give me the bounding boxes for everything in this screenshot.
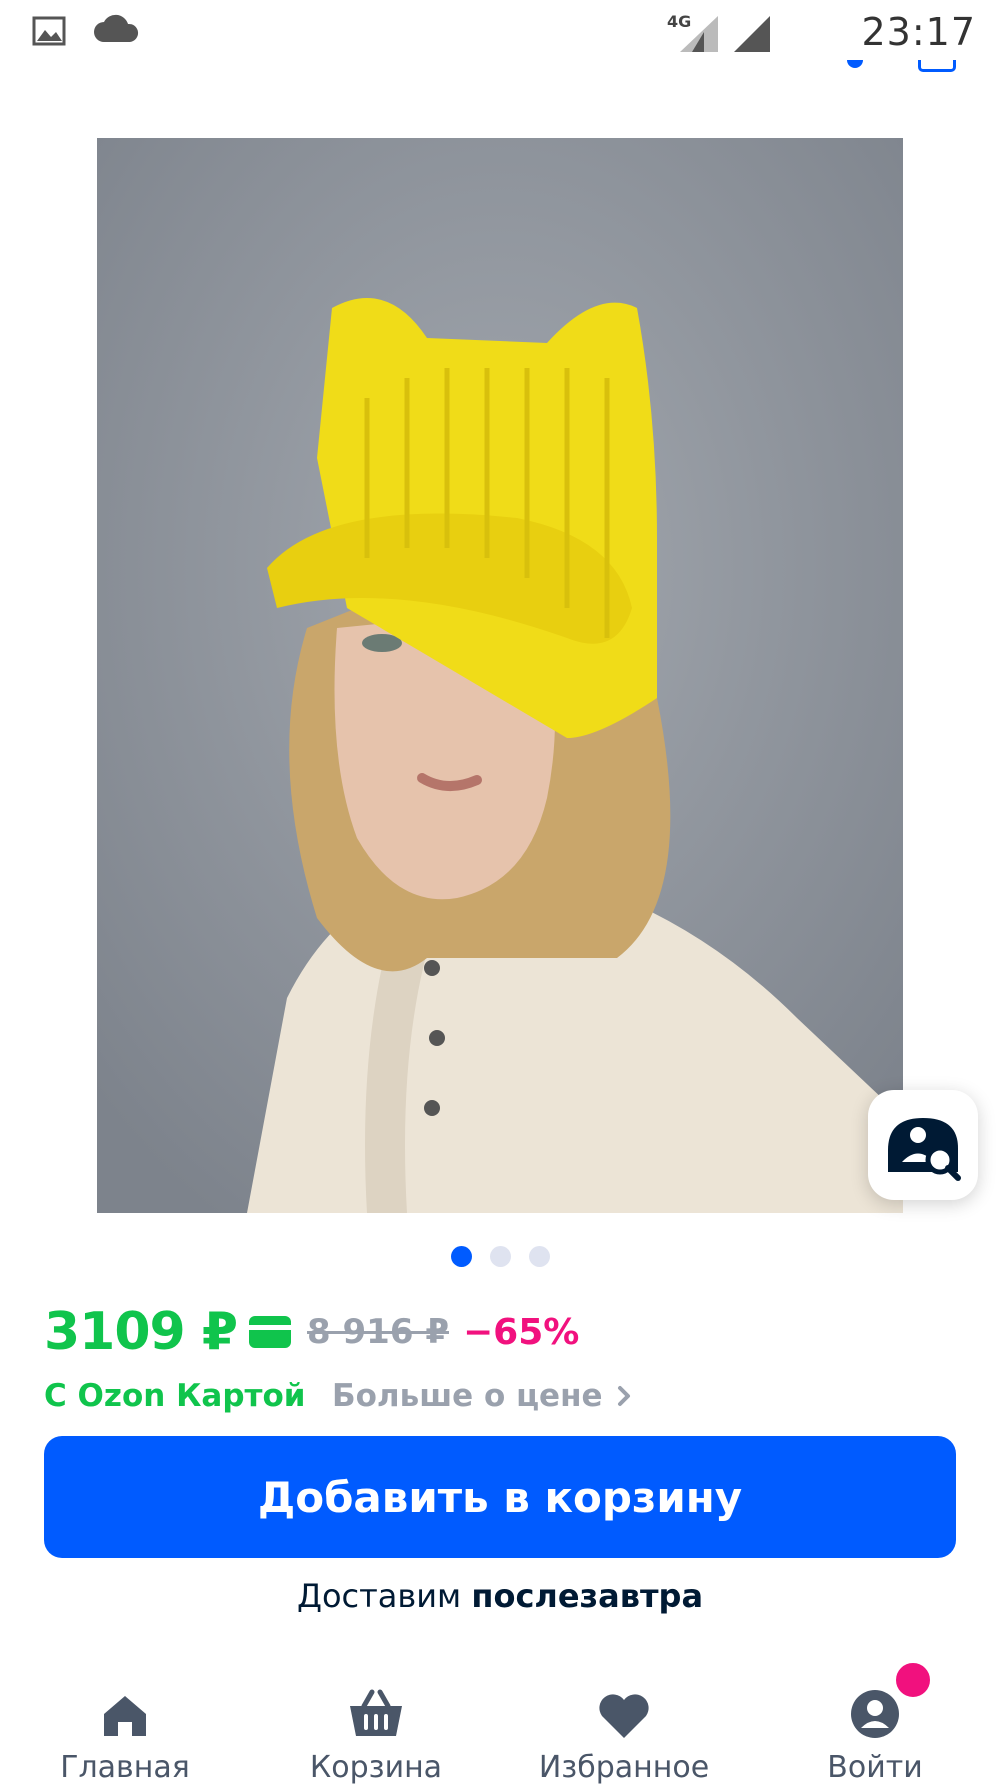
nav-login[interactable]: Войти	[765, 1680, 985, 1785]
product-photo[interactable]	[97, 138, 903, 1213]
notification-badge	[893, 1660, 933, 1700]
gallery-dot-3[interactable]	[528, 1246, 550, 1267]
ozon-card-label[interactable]: С Ozon Картой	[44, 1378, 306, 1414]
status-time: 23:17	[861, 10, 976, 54]
nav-favorites-label: Избранное	[538, 1750, 710, 1785]
gallery-dot-2[interactable]	[489, 1246, 511, 1267]
signal-strength-icon	[734, 16, 770, 52]
delivery-info: Доставим послезавтра	[0, 1577, 1000, 1615]
nav-cart[interactable]: Корзина	[266, 1680, 486, 1785]
header-partial-button[interactable]	[918, 60, 956, 72]
gallery-dot-1[interactable]	[450, 1246, 472, 1267]
nav-cart-label: Корзина	[309, 1750, 443, 1785]
gallery-pagination	[0, 1246, 1000, 1268]
discount-badge: −65%	[462, 1311, 580, 1353]
nav-favorites[interactable]: Избранное	[514, 1680, 734, 1785]
current-price: 3109 ₽	[44, 1302, 238, 1362]
more-about-price-label: Больше о цене	[332, 1378, 603, 1414]
home-icon	[104, 1696, 146, 1736]
nav-login-label: Войти	[827, 1750, 923, 1785]
old-price: 8 916 ₽	[307, 1312, 449, 1352]
bottom-navigation: Главная Корзина Избранное Войти	[0, 1660, 1000, 1785]
profile-icon	[851, 1690, 899, 1738]
price-row: 3109 ₽ 8 916 ₽ −65%	[44, 1302, 579, 1362]
delivery-date: послезавтра	[471, 1577, 704, 1615]
gallery-notification-icon	[32, 16, 66, 46]
chevron-right-icon	[617, 1386, 630, 1406]
search-by-photo-button[interactable]	[868, 1090, 978, 1200]
more-about-price-link[interactable]: Больше о цене	[332, 1378, 631, 1414]
heart-icon	[599, 1694, 649, 1738]
camera-search-icon	[888, 1118, 961, 1181]
nav-home[interactable]: Главная	[15, 1680, 235, 1785]
add-to-cart-button[interactable]: Добавить в корзину	[44, 1436, 956, 1558]
product-photo-illustration	[97, 138, 903, 1213]
cloud-notification-icon	[94, 14, 139, 42]
ozon-card-icon	[249, 1316, 292, 1348]
basket-icon	[350, 1689, 402, 1736]
signal-4g-icon	[680, 16, 718, 52]
nav-home-label: Главная	[60, 1750, 190, 1785]
delivery-prefix: Доставим	[296, 1577, 462, 1615]
